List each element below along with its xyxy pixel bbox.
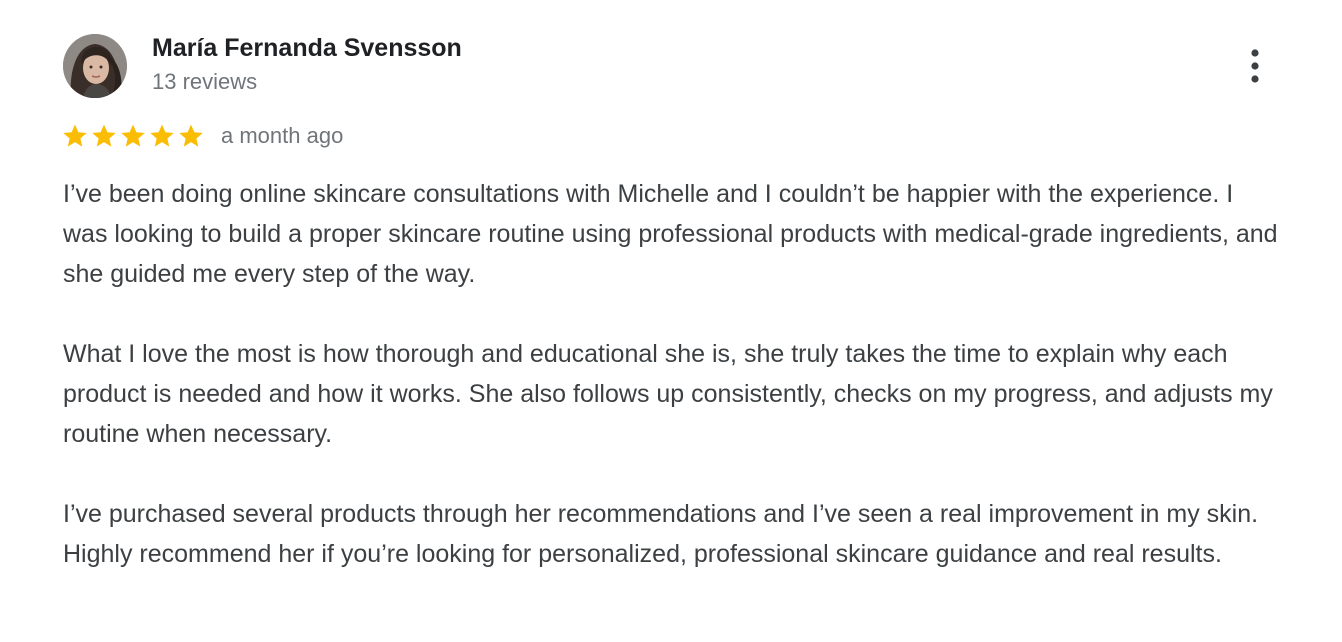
star-icon [119,122,147,150]
profile-photo-icon [63,34,127,98]
reviewer-review-count: 13 reviews [152,69,258,94]
review-paragraph: What I love the most is how thorough and… [63,340,1273,448]
more-options-button[interactable] [1237,44,1273,88]
star-icon [90,122,118,150]
review-paragraph: I’ve been doing online skincare consulta… [63,180,1278,288]
star-icon [177,122,205,150]
star-icon [61,122,89,150]
star-icon [148,122,176,150]
review-date: a month ago [221,123,344,148]
avatar[interactable] [63,34,127,98]
review-card: María Fernanda Svensson 13 reviews a mon… [0,0,1342,642]
more-vertical-icon [1251,49,1259,83]
rating-row: a month ago [61,121,343,151]
star-rating [61,122,205,150]
review-paragraph: I’ve purchased several products through … [63,500,1259,568]
review-text: I’ve been doing online skincare consulta… [63,174,1278,574]
reviewer-name[interactable]: María Fernanda Svensson [152,34,462,63]
